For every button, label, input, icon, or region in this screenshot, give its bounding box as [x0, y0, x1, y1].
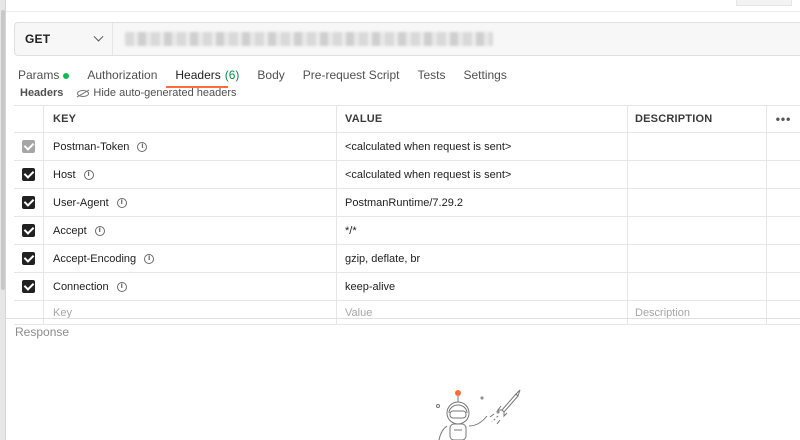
info-icon[interactable]: i [144, 253, 155, 264]
info-icon[interactable]: i [83, 169, 94, 180]
request-url-bar: GET [14, 22, 800, 56]
table-row: Accept-Encoding i gzip, deflate, br [14, 245, 800, 273]
header-value: <calculated when request is sent> [345, 140, 512, 153]
header-description [628, 273, 767, 300]
table-row: Connection i keep-alive [14, 273, 800, 301]
new-header-row: Key Value Description [14, 301, 800, 325]
method-label: GET [25, 32, 51, 46]
info-icon[interactable]: i [116, 197, 127, 208]
header-value: <calculated when request is sent> [345, 168, 512, 181]
tab-params[interactable]: Params [18, 68, 70, 88]
row-checkbox[interactable] [22, 196, 35, 209]
tab-label: Settings [463, 68, 507, 82]
header-key: Accept [53, 224, 87, 237]
headers-section-title: Headers [20, 87, 64, 99]
eye-off-icon [77, 89, 90, 97]
new-value-input[interactable]: Value [337, 301, 628, 324]
request-tabs: Params Authorization Headers (6) Body Pre… [18, 68, 525, 88]
new-key-input[interactable]: Key [44, 301, 337, 324]
header-key: User-Agent [53, 196, 109, 209]
tab-body[interactable]: Body [257, 68, 284, 88]
hide-auto-headers-button[interactable]: Hide auto-generated headers [77, 87, 237, 99]
header-description [628, 189, 767, 216]
row-checkbox[interactable] [22, 224, 35, 237]
header-value: gzip, deflate, br [345, 252, 421, 265]
chevron-down-icon [93, 31, 104, 42]
tab-label: Pre-request Script [302, 68, 400, 82]
tab-authorization[interactable]: Authorization [87, 68, 157, 88]
table-row: Postman-Token i <calculated when request … [14, 133, 800, 161]
url-input[interactable] [113, 23, 800, 55]
params-status-dot [63, 73, 70, 79]
tab-label: Authorization [87, 68, 158, 82]
info-icon[interactable]: i [137, 141, 148, 152]
check-column-header [14, 106, 44, 132]
headers-count: (6) [224, 68, 240, 82]
header-key: Postman-Token [53, 140, 130, 153]
headers-table: KEY VALUE DESCRIPTION ••• Postman-Token i… [14, 105, 800, 325]
hide-auto-headers-label: Hide auto-generated headers [93, 87, 237, 99]
tab-headers[interactable]: Headers (6) [175, 68, 239, 88]
response-label: Response [15, 325, 70, 339]
header-value: PostmanRuntime/7.29.2 [345, 196, 464, 209]
more-options-button[interactable]: ••• [767, 106, 800, 132]
headers-subheader: Headers Hide auto-generated headers [20, 87, 237, 99]
top-tab-strip [6, 0, 800, 12]
column-header-value: VALUE [337, 106, 628, 132]
info-icon[interactable]: i [94, 225, 105, 236]
header-value: */* [345, 224, 357, 237]
astronaut-rocket-illustration [436, 389, 521, 440]
column-header-key: KEY [44, 106, 337, 132]
tab-pre-request-script[interactable]: Pre-request Script [303, 68, 400, 88]
header-description [628, 245, 767, 272]
tab-label: Body [257, 68, 285, 82]
header-key: Accept-Encoding [53, 252, 137, 265]
table-row: Accept i */* [14, 217, 800, 245]
header-key: Host [53, 168, 76, 181]
more-dots-icon: ••• [775, 112, 792, 126]
row-checkbox[interactable] [22, 252, 35, 265]
header-description [628, 217, 767, 244]
row-checkbox[interactable] [22, 280, 35, 293]
top-tab-stub[interactable] [736, 0, 792, 6]
left-scrollbar[interactable] [0, 0, 6, 440]
tab-label: Tests [417, 68, 446, 82]
header-description [628, 161, 767, 188]
column-header-description: DESCRIPTION [628, 106, 767, 132]
redacted-url [125, 32, 493, 46]
table-row: User-Agent i PostmanRuntime/7.29.2 [14, 189, 800, 217]
info-icon[interactable]: i [116, 281, 127, 292]
tab-tests[interactable]: Tests [417, 68, 445, 88]
row-checkbox[interactable] [22, 140, 35, 153]
scrollbar-thumb[interactable] [1, 10, 5, 290]
value-placeholder: Value [345, 306, 373, 319]
tab-label: Headers [175, 68, 221, 82]
header-description [628, 133, 767, 160]
table-row: Host i <calculated when request is sent> [14, 161, 800, 189]
new-description-input[interactable]: Description [628, 301, 767, 324]
description-placeholder: Description [635, 306, 691, 319]
row-checkbox[interactable] [22, 168, 35, 181]
table-header: KEY VALUE DESCRIPTION ••• [14, 106, 800, 133]
tab-settings[interactable]: Settings [464, 68, 507, 88]
key-placeholder: Key [53, 306, 72, 319]
tab-label: Params [18, 68, 60, 82]
header-value: keep-alive [345, 280, 396, 293]
response-divider[interactable] [6, 318, 800, 319]
header-key: Connection [53, 280, 109, 293]
method-select[interactable]: GET [15, 23, 113, 55]
